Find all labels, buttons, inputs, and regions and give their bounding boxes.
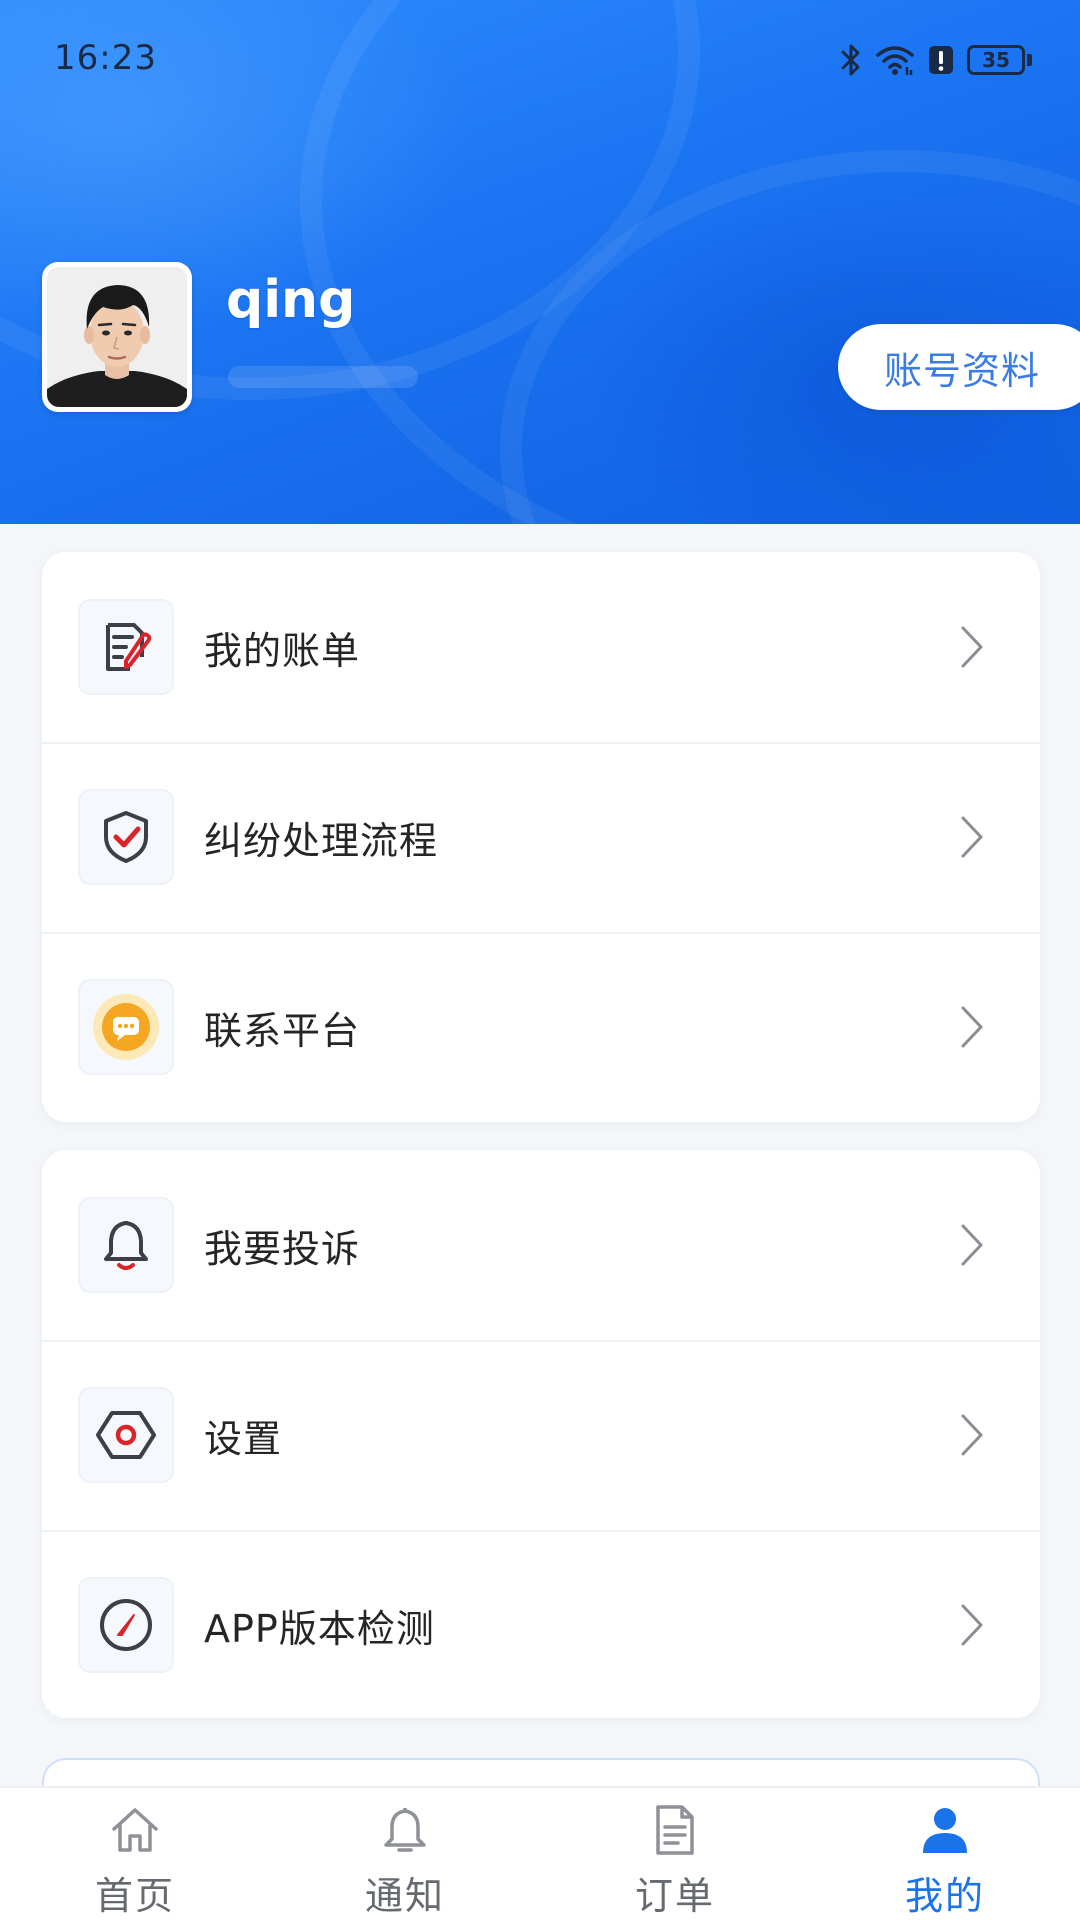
nav-tab-home[interactable]: 首页: [0, 1788, 270, 1920]
menu-item-dispute-process[interactable]: 纠纷处理流程: [42, 742, 1040, 932]
chevron-right-icon: [952, 1410, 992, 1460]
menu-card-primary: 我的账单 纠纷处理流程 联系平台: [42, 552, 1040, 1122]
document-icon: [645, 1802, 705, 1857]
chevron-right-icon: [952, 1220, 992, 1270]
chevron-right-icon: [952, 1002, 992, 1052]
battery-level: 35: [967, 45, 1025, 75]
settings-hexagon-icon: [78, 1387, 174, 1483]
alert-icon: [929, 46, 953, 74]
nav-tab-notifications[interactable]: 通知: [270, 1788, 540, 1920]
avatar[interactable]: [42, 262, 192, 412]
home-icon: [105, 1802, 165, 1857]
menu-item-label: APP版本检测: [204, 1606, 435, 1651]
chevron-right-icon: [952, 622, 992, 672]
battery-icon: 35: [967, 45, 1032, 75]
menu-item-label: 纠纷处理流程: [204, 818, 439, 863]
nav-tab-orders[interactable]: 订单: [540, 1788, 810, 1920]
menu-item-label: 联系平台: [204, 1008, 361, 1053]
gauge-icon: [78, 1577, 174, 1673]
chevron-right-icon: [952, 1600, 992, 1650]
status-icons: 35: [839, 42, 1032, 78]
nav-label: 首页: [94, 1874, 175, 1918]
username: qing: [226, 270, 356, 330]
menu-item-my-bills[interactable]: 我的账单: [42, 552, 1040, 742]
shield-check-icon: [78, 789, 174, 885]
chevron-right-icon: [952, 812, 992, 862]
bottom-navigation: 首页 通知 订单 我的: [0, 1786, 1080, 1920]
avatar-photo: [47, 267, 187, 407]
wifi-icon: [876, 46, 914, 75]
avatar-portrait-icon: [47, 267, 187, 407]
nav-tab-mine[interactable]: 我的: [810, 1788, 1080, 1920]
menu-item-label: 我要投诉: [204, 1226, 361, 1271]
profile-header: 16:23 35 qing 账号资料: [0, 0, 1080, 524]
bell-icon: [78, 1197, 174, 1293]
bell-icon: [375, 1802, 435, 1857]
menu-item-complaint[interactable]: 我要投诉: [42, 1150, 1040, 1340]
menu-item-label: 设置: [204, 1416, 283, 1461]
menu-item-contact-platform[interactable]: 联系平台: [42, 932, 1040, 1122]
nav-label: 通知: [364, 1874, 445, 1918]
account-profile-button[interactable]: 账号资料: [838, 324, 1080, 410]
menu-item-app-version-check[interactable]: APP版本检测: [42, 1530, 1040, 1718]
chat-bubble-icon: [78, 979, 174, 1075]
user-icon: [915, 1802, 975, 1857]
menu-item-label: 我的账单: [204, 628, 361, 673]
masked-user-info: [228, 366, 418, 388]
menu-item-settings[interactable]: 设置: [42, 1340, 1040, 1530]
menu-card-secondary: 我要投诉 设置 APP版本检测: [42, 1150, 1040, 1718]
bluetooth-icon: [841, 44, 860, 76]
nav-label: 我的: [904, 1874, 985, 1918]
status-bar: 16:23 35: [0, 0, 1080, 120]
bill-edit-icon: [78, 599, 174, 695]
nav-label: 订单: [634, 1874, 715, 1918]
status-time: 16:23: [54, 38, 157, 78]
